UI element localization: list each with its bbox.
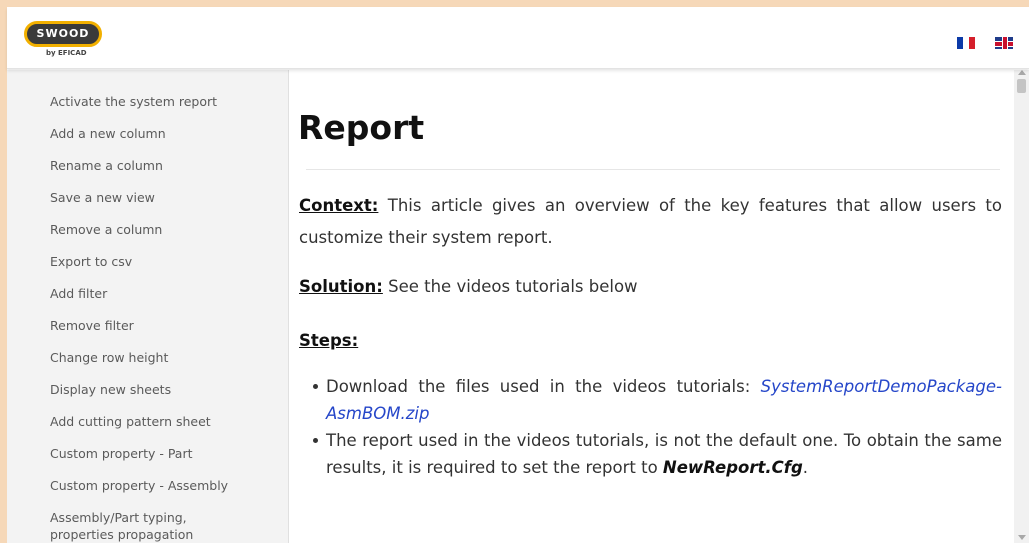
top-header: SWOOD by EFICAD	[7, 7, 1029, 69]
sidebar-item-add-cutting-pattern-sheet[interactable]: Add cutting pattern sheet	[7, 413, 288, 445]
sidebar-item-remove-filter[interactable]: Remove filter	[7, 317, 288, 349]
context-label: Context:	[299, 196, 379, 215]
solution-label: Solution:	[299, 277, 383, 296]
solution-text: See the videos tutorials below	[382, 277, 638, 296]
list-item: Download the files used in the videos tu…	[313, 373, 1002, 427]
sidebar-item-custom-property-part[interactable]: Custom property - Part	[7, 445, 288, 477]
sidebar-item-change-row-height[interactable]: Change row height	[7, 349, 288, 381]
sidebar-item-display-new-sheets[interactable]: Display new sheets	[7, 381, 288, 413]
step-2-tail: .	[802, 458, 809, 477]
sidebar-item-assembly-part-typing[interactable]: Assembly/Part typing,	[7, 509, 288, 526]
report-config-name: NewReport.Cfg	[662, 458, 803, 477]
sidebar-item-rename-column[interactable]: Rename a column	[7, 157, 288, 189]
sidebar-item-remove-column[interactable]: Remove a column	[7, 221, 288, 253]
article-content: Report Context: This article gives an ov…	[290, 70, 1014, 543]
solution-paragraph: Solution: See the videos tutorials below	[299, 271, 1002, 303]
scroll-down-icon[interactable]	[1018, 535, 1026, 540]
scroll-up-icon[interactable]	[1018, 70, 1026, 75]
page-title: Report	[298, 108, 425, 147]
sidebar-item-save-new-view[interactable]: Save a new view	[7, 189, 288, 221]
flag-fr-icon[interactable]	[957, 37, 975, 49]
sidebar-item-export-csv[interactable]: Export to csv	[7, 253, 288, 285]
sidebar-nav: Activate the system report Add a new col…	[7, 70, 289, 543]
context-paragraph: Context: This article gives an overview …	[299, 190, 1002, 254]
title-divider	[306, 169, 1000, 170]
steps-list: Download the files used in the videos tu…	[313, 373, 1002, 481]
sidebar-item-activate-system-report[interactable]: Activate the system report	[7, 93, 288, 125]
step-1-text: Download the files used in the videos tu…	[326, 377, 761, 396]
logo-text: SWOOD	[24, 21, 102, 47]
scroll-thumb[interactable]	[1017, 79, 1026, 93]
sidebar-item-custom-property-assembly[interactable]: Custom property - Assembly	[7, 477, 288, 509]
sidebar-item-add-filter[interactable]: Add filter	[7, 285, 288, 317]
context-text: This article gives an overview of the ke…	[299, 196, 1002, 247]
language-switcher	[957, 37, 1013, 49]
sidebar-item-properties-propagation[interactable]: properties propagation	[7, 526, 288, 543]
swood-logo[interactable]: SWOOD by EFICAD	[24, 21, 102, 63]
logo-subtext: by EFICAD	[46, 49, 87, 57]
steps-label: Steps:	[299, 331, 359, 350]
flag-uk-icon[interactable]	[995, 37, 1013, 49]
list-item: The report used in the videos tutorials,…	[313, 427, 1002, 481]
vertical-scrollbar[interactable]	[1014, 70, 1029, 543]
sidebar-item-add-new-column[interactable]: Add a new column	[7, 125, 288, 157]
steps-heading: Steps:	[299, 325, 1002, 357]
